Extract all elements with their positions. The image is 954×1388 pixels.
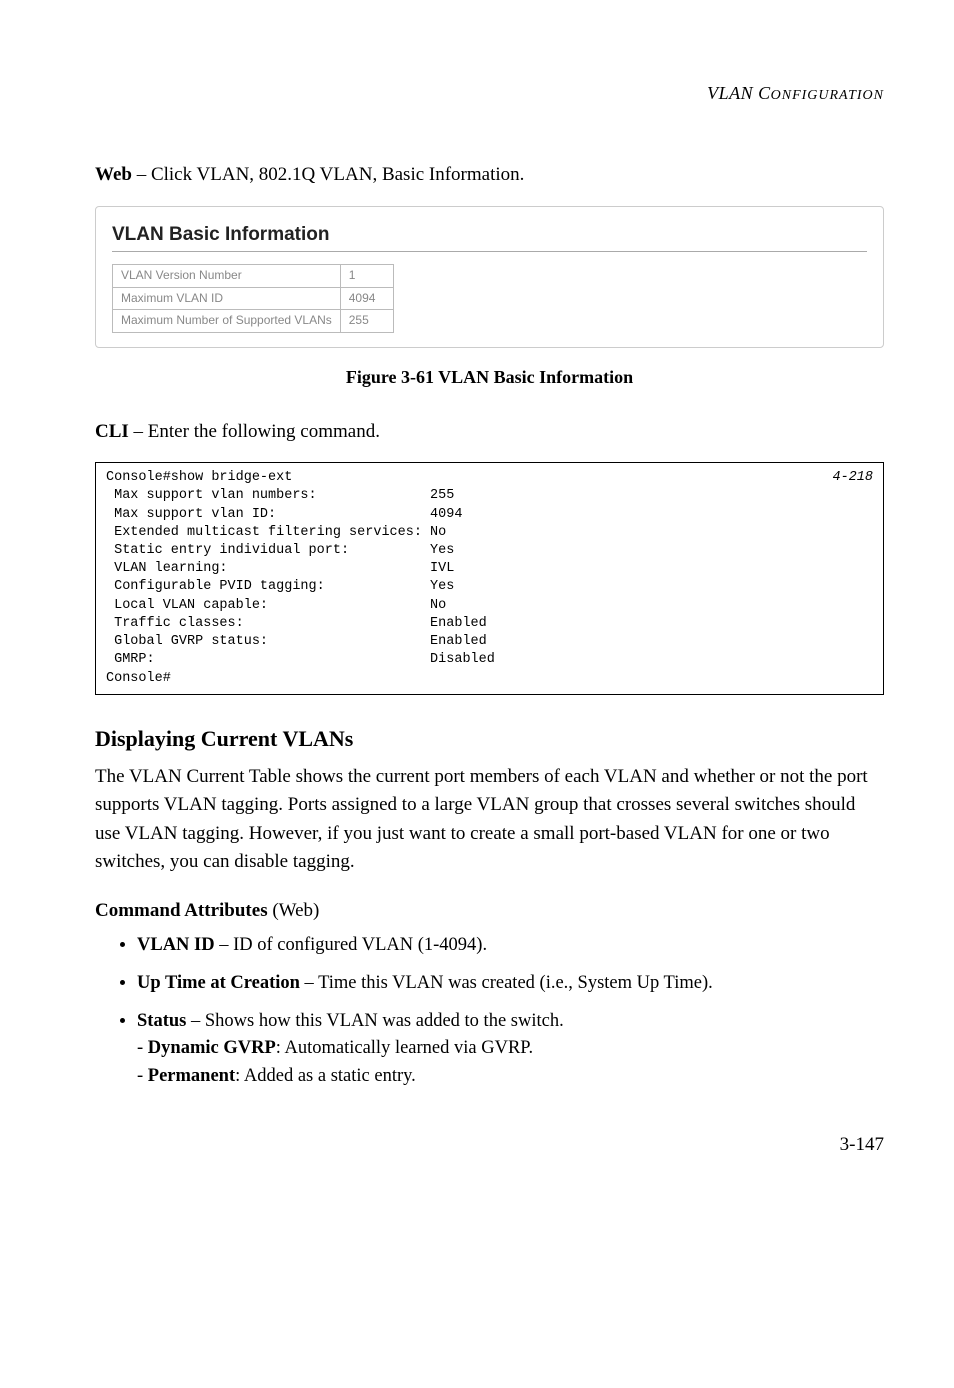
- attr-sub-bold: Permanent: [148, 1066, 235, 1086]
- cli-line: VLAN learning: IVL: [106, 561, 454, 576]
- attr-name: Status: [137, 1011, 186, 1031]
- intro-rest: – Click VLAN, 802.1Q VLAN, Basic Informa…: [132, 164, 524, 185]
- cli-output-block: Console#show bridge-ext 4-218 Max support…: [95, 462, 884, 695]
- table-row: Maximum VLAN ID 4094: [113, 287, 394, 309]
- row-value: 1: [340, 265, 393, 287]
- attrs-heading-rest: (Web): [268, 900, 320, 921]
- attr-sub: - Dynamic GVRP: Automatically learned vi…: [137, 1035, 884, 1063]
- attr-sub-text: : Automatically learned via GVRP.: [276, 1038, 533, 1058]
- cli-cmd: Console#show bridge-ext: [106, 470, 292, 485]
- attrs-list: VLAN ID – ID of configured VLAN (1-4094)…: [95, 932, 884, 1091]
- cli-intro-rest: – Enter the following command.: [129, 421, 380, 442]
- row-label: Maximum Number of Supported VLANs: [113, 310, 341, 332]
- table-row: Maximum Number of Supported VLANs 255: [113, 310, 394, 332]
- row-label: VLAN Version Number: [113, 265, 341, 287]
- attr-desc: – Time this VLAN was created (i.e., Syst…: [300, 973, 713, 993]
- page-number: 3-147: [95, 1131, 884, 1159]
- row-value: 4094: [340, 287, 393, 309]
- page-header: VLAN CONFIGURATION: [95, 80, 884, 106]
- list-item: Status – Shows how this VLAN was added t…: [137, 1008, 884, 1091]
- attr-name: VLAN ID: [137, 935, 215, 955]
- cli-line: Configurable PVID tagging: Yes: [106, 579, 454, 594]
- attrs-heading-bold: Command Attributes: [95, 900, 268, 921]
- list-item: Up Time at Creation – Time this VLAN was…: [137, 970, 884, 998]
- screenshot-title: VLAN Basic Information: [112, 221, 867, 249]
- attr-sub-bold: Dynamic GVRP: [148, 1038, 276, 1058]
- cli-line: Extended multicast filtering services: N…: [106, 525, 446, 540]
- attr-name: Up Time at Creation: [137, 973, 300, 993]
- cli-line: Static entry individual port: Yes: [106, 543, 454, 558]
- section-paragraph: The VLAN Current Table shows the current…: [95, 763, 884, 877]
- figure-caption: Figure 3-61 VLAN Basic Information: [95, 364, 884, 390]
- attr-desc: – Shows how this VLAN was added to the s…: [186, 1011, 563, 1031]
- cli-line: Console#: [106, 671, 171, 686]
- cli-line: Local VLAN capable: No: [106, 598, 446, 613]
- row-label: Maximum VLAN ID: [113, 287, 341, 309]
- row-value: 255: [340, 310, 393, 332]
- cli-line: Max support vlan numbers: 255: [106, 488, 454, 503]
- screenshot-divider: [112, 251, 867, 252]
- intro-label: Web: [95, 164, 132, 185]
- header-title-smallcaps: ONFIGURATION: [771, 88, 884, 103]
- cli-line: Global GVRP status: Enabled: [106, 634, 487, 649]
- attr-desc: – ID of configured VLAN (1-4094).: [215, 935, 487, 955]
- cli-ref: 4-218: [832, 469, 873, 487]
- cli-intro-paragraph: CLI – Enter the following command.: [95, 418, 884, 447]
- screenshot-panel: VLAN Basic Information VLAN Version Numb…: [95, 206, 884, 348]
- cli-line: Max support vlan ID: 4094: [106, 507, 462, 522]
- list-item: VLAN ID – ID of configured VLAN (1-4094)…: [137, 932, 884, 960]
- header-title-italic: VLAN C: [707, 83, 771, 103]
- attr-sub: - Permanent: Added as a static entry.: [137, 1063, 884, 1091]
- vlan-info-table: VLAN Version Number 1 Maximum VLAN ID 40…: [112, 264, 394, 332]
- intro-paragraph: Web – Click VLAN, 802.1Q VLAN, Basic Inf…: [95, 161, 884, 190]
- cli-line: Traffic classes: Enabled: [106, 616, 487, 631]
- attr-sub-text: : Added as a static entry.: [235, 1066, 416, 1086]
- attrs-heading: Command Attributes (Web): [95, 897, 884, 925]
- section-heading: Displaying Current VLANs: [95, 723, 884, 755]
- cli-intro-label: CLI: [95, 421, 129, 442]
- table-row: VLAN Version Number 1: [113, 265, 394, 287]
- cli-line: GMRP: Disabled: [106, 652, 495, 667]
